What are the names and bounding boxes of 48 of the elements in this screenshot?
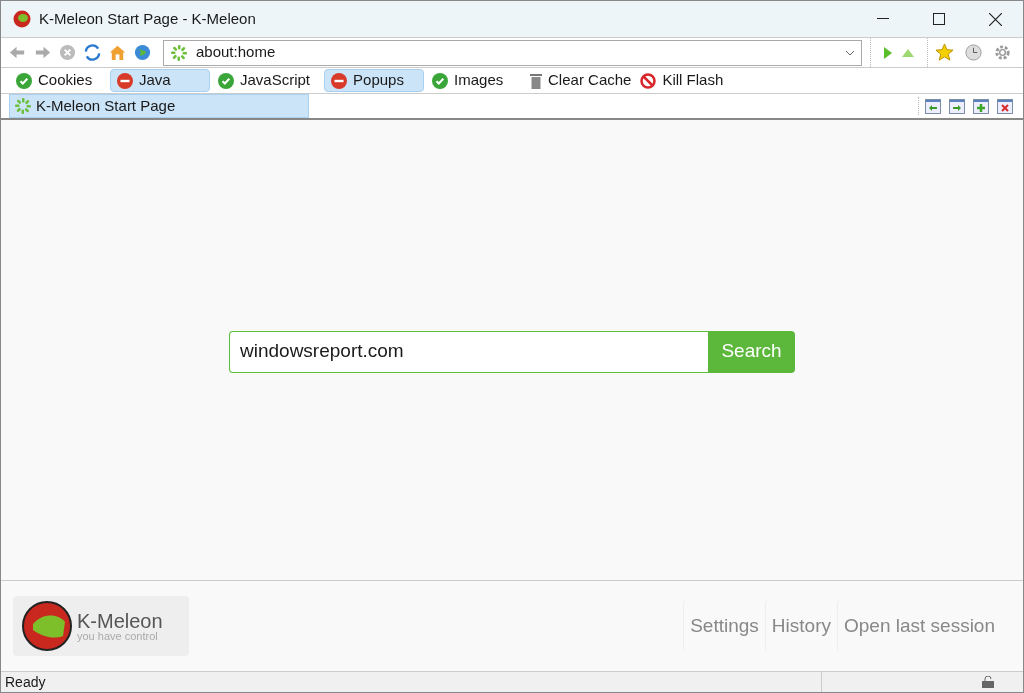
trash-icon xyxy=(530,72,543,89)
up-triangle-icon[interactable] xyxy=(901,47,915,58)
search-field[interactable]: windowsreport.com xyxy=(229,330,708,373)
check-icon xyxy=(218,72,234,89)
tab-window-icon xyxy=(949,98,965,114)
app-logo-icon xyxy=(13,10,31,28)
close-icon xyxy=(988,12,1002,26)
next-tab-button[interactable] xyxy=(947,97,967,115)
blocked-icon xyxy=(117,72,133,89)
minimize-icon xyxy=(877,18,889,20)
globe-icon xyxy=(133,43,152,62)
security-lock-icon xyxy=(981,676,995,688)
tab-window-icon xyxy=(925,98,941,114)
reload-icon xyxy=(83,43,102,62)
window-title: K-Meleon Start Page - K-Meleon xyxy=(39,8,256,29)
tab-window-icon xyxy=(997,98,1013,114)
chameleon-logo-icon xyxy=(21,600,73,652)
privacy-toggle[interactable]: Images xyxy=(425,69,526,92)
logo-name: K-Meleon xyxy=(77,610,163,631)
stop-icon xyxy=(58,43,77,62)
address-input[interactable]: about:home xyxy=(196,41,837,64)
loading-icon xyxy=(14,97,32,115)
logo-tagline: you have control xyxy=(77,630,159,642)
previous-tab-button[interactable] xyxy=(923,97,943,115)
privacy-toggle[interactable]: Popups xyxy=(324,69,425,92)
check-icon xyxy=(432,72,449,89)
privacy-toggle[interactable]: JavaScript xyxy=(211,69,324,92)
status-text: Ready xyxy=(5,672,46,692)
tab-window-icon xyxy=(973,98,989,114)
clear-cache-button[interactable]: Clear Cache xyxy=(526,69,636,92)
browser-tab[interactable]: K-Meleon Start Page xyxy=(9,94,309,118)
gear-icon xyxy=(993,43,1012,62)
clock-icon xyxy=(964,43,983,62)
privacy-toggle[interactable]: Cookies xyxy=(9,69,109,92)
go-icon[interactable] xyxy=(883,45,893,60)
dropdown-icon[interactable] xyxy=(845,49,855,56)
page-loading-icon xyxy=(170,43,188,62)
kill-flash-button[interactable]: Kill Flash xyxy=(636,69,728,92)
maximize-icon xyxy=(933,13,945,25)
no-flash-icon xyxy=(640,72,657,89)
star-icon xyxy=(935,43,954,62)
new-tab-button[interactable] xyxy=(971,97,991,115)
address-bar[interactable]: about:home xyxy=(163,39,862,66)
privacy-toggle[interactable]: Java xyxy=(110,69,210,92)
close-tab-button[interactable] xyxy=(995,97,1015,115)
house-icon xyxy=(108,43,127,62)
blocked-icon xyxy=(331,72,348,89)
check-icon xyxy=(16,72,32,89)
